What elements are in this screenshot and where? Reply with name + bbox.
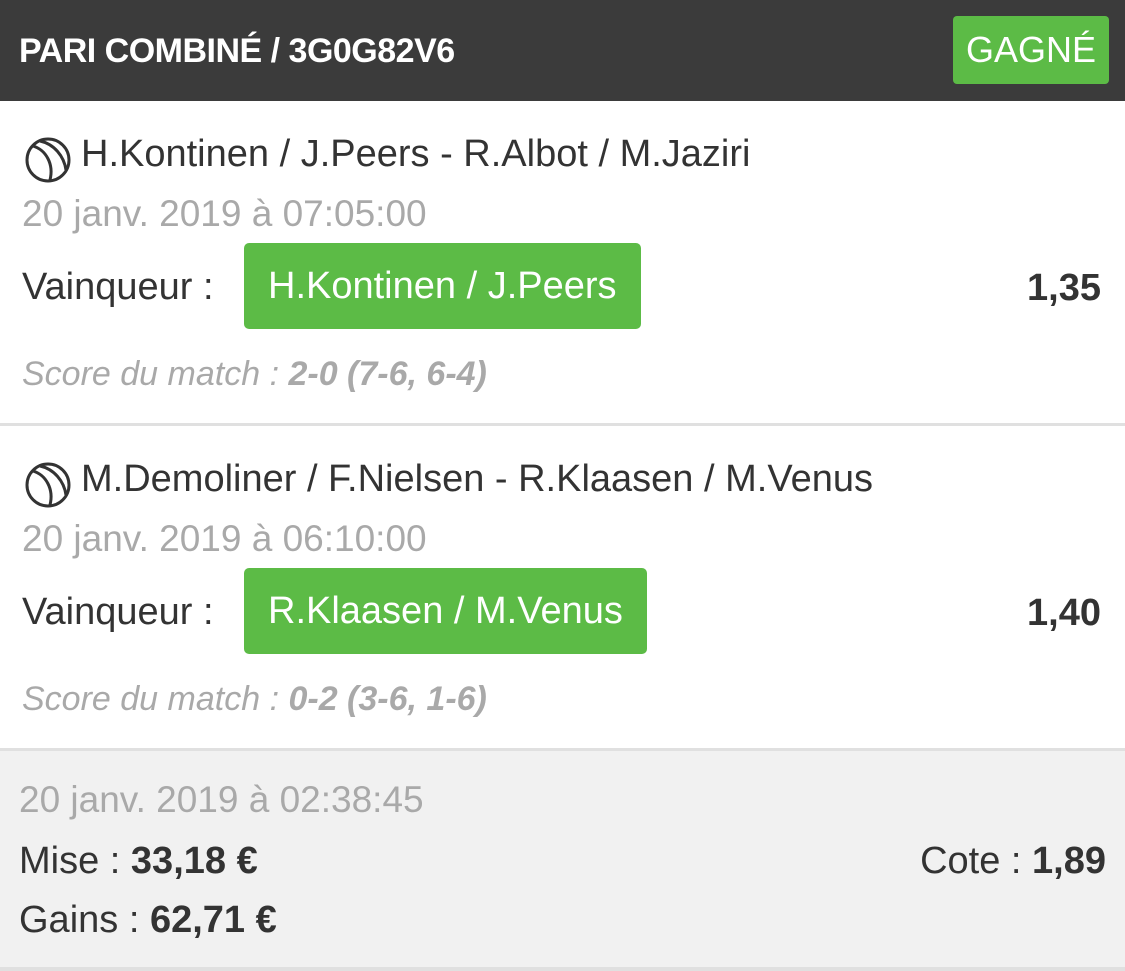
- match-datetime: 20 janv. 2019 à 07:05:00: [22, 193, 427, 234]
- score-value: 0-2 (3-6, 1-6): [288, 680, 487, 718]
- match-card: H.Kontinen / J.Peers - R.Albot / M.Jazir…: [0, 101, 1125, 423]
- match-odd: 1,35: [1027, 267, 1101, 309]
- stake-line: Mise : 33,18 €: [19, 838, 258, 884]
- selection-pill: H.Kontinen / J.Peers: [244, 243, 641, 329]
- tennis-ball-icon: [25, 137, 71, 183]
- bet-summary: 20 janv. 2019 à 02:38:45 Mise : 33,18 € …: [0, 751, 1125, 967]
- total-odds-line: Cote : 1,89: [920, 838, 1106, 884]
- bet-type-label: Vainqueur :: [22, 591, 214, 633]
- status-badge: GAGNÉ: [953, 16, 1109, 84]
- match-score-line: Score du match : 0-2 (3-6, 1-6): [22, 678, 487, 720]
- score-value: 2-0 (7-6, 6-4): [288, 355, 487, 393]
- bet-placed-datetime: 20 janv. 2019 à 02:38:45: [19, 779, 424, 820]
- gains-line: Gains : 62,71 €: [19, 897, 277, 943]
- total-odds-label: Cote :: [920, 840, 1022, 882]
- bet-title: PARI COMBINÉ / 3G0G82V6: [19, 32, 455, 70]
- total-odds-value: 1,89: [1032, 840, 1106, 882]
- bet-slip-page: PARI COMBINÉ / 3G0G82V6 GAGNÉ H.Kontinen…: [0, 0, 1125, 971]
- match-datetime: 20 janv. 2019 à 06:10:00: [22, 518, 427, 559]
- score-label: Score du match :: [22, 355, 280, 393]
- stake-value: 33,18 €: [130, 840, 258, 882]
- divider: [0, 967, 1125, 971]
- stake-label: Mise :: [19, 840, 121, 882]
- match-card: M.Demoliner / F.Nielsen - R.Klaasen / M.…: [0, 426, 1125, 748]
- match-score-line: Score du match : 2-0 (7-6, 6-4): [22, 353, 487, 395]
- score-label: Score du match :: [22, 680, 280, 718]
- bet-type-label: Vainqueur :: [22, 266, 214, 308]
- match-title: M.Demoliner / F.Nielsen - R.Klaasen / M.…: [81, 458, 873, 500]
- gains-value: 62,71 €: [149, 899, 277, 941]
- tennis-ball-icon: [25, 462, 71, 508]
- bet-header: PARI COMBINÉ / 3G0G82V6 GAGNÉ: [0, 0, 1125, 101]
- gains-label: Gains :: [19, 899, 140, 941]
- match-title: H.Kontinen / J.Peers - R.Albot / M.Jazir…: [81, 133, 751, 175]
- selection-pill: R.Klaasen / M.Venus: [244, 568, 647, 654]
- match-odd: 1,40: [1027, 592, 1101, 634]
